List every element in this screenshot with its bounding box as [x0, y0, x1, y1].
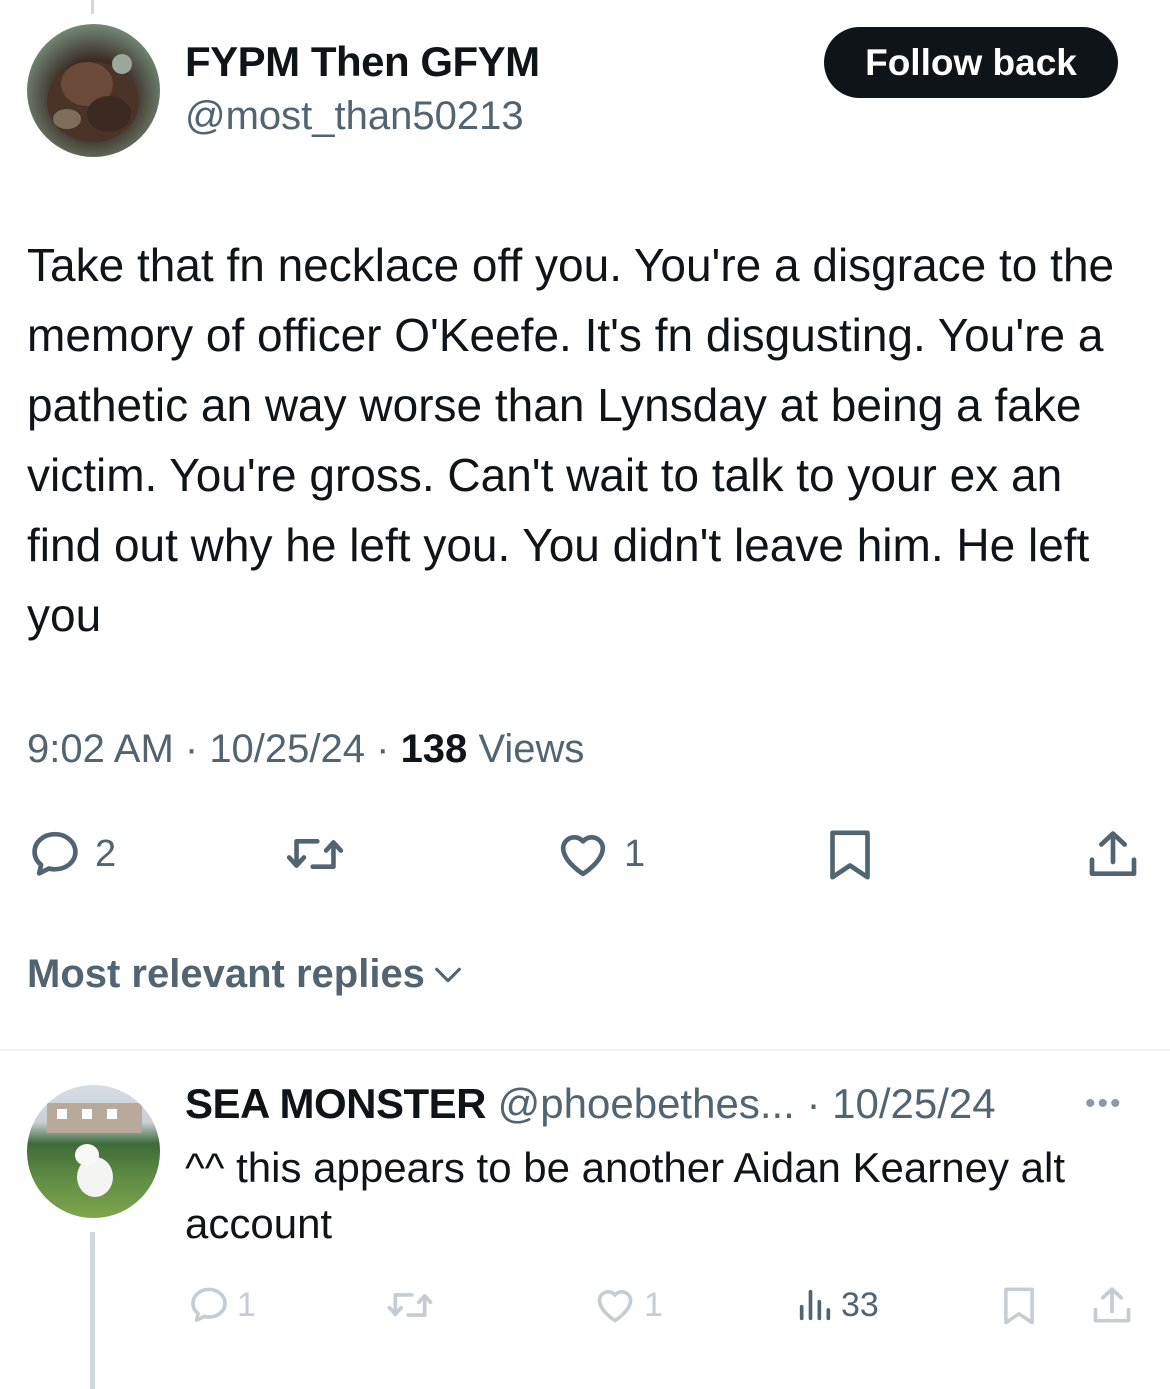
avatar-image [47, 54, 139, 142]
views-count: 138 [400, 727, 468, 771]
reply-icon [191, 1287, 227, 1323]
retweet-icon [286, 839, 344, 869]
follow-back-button[interactable]: Follow back [824, 27, 1118, 98]
reply-share-button[interactable] [1090, 1283, 1134, 1329]
more-icon[interactable]: ••• [1085, 1087, 1123, 1121]
tweet-date[interactable]: 10/25/24 [209, 727, 365, 771]
thread-line [90, 1232, 95, 1389]
reply-views-button[interactable]: 33 [795, 1283, 879, 1327]
reply-views-count: 33 [841, 1285, 879, 1324]
reply-icon [32, 831, 78, 876]
share-icon [1093, 1287, 1131, 1323]
like-icon [597, 1290, 633, 1323]
meta-separator: · [365, 727, 401, 771]
reply-reply-button[interactable]: 1 [187, 1283, 256, 1327]
reply-author-handle[interactable]: @phoebethes... [498, 1080, 795, 1127]
like-button[interactable]: 1 [554, 826, 645, 882]
avatar-image [47, 1103, 142, 1197]
reply-author-name[interactable]: SEA MONSTER [185, 1080, 486, 1127]
bookmark-icon [1004, 1287, 1034, 1325]
bookmark-button[interactable] [822, 826, 878, 884]
like-count: 1 [624, 832, 646, 875]
author-avatar[interactable] [27, 24, 160, 157]
meta-separator: · [173, 727, 210, 771]
reply-reply-count: 1 [237, 1285, 256, 1324]
retweet-button[interactable] [285, 826, 345, 882]
bookmark-icon [830, 830, 870, 880]
reply-bookmark-button[interactable] [998, 1283, 1040, 1329]
tweet-meta: 9:02 AM · 10/25/24 · 138 Views [27, 727, 584, 772]
reply-date[interactable]: 10/25/24 [832, 1080, 996, 1127]
reply-like-button[interactable]: 1 [592, 1283, 663, 1327]
replies-sort-label: Most relevant replies [27, 952, 425, 996]
reply-button[interactable]: 2 [27, 826, 116, 882]
reply-author-avatar[interactable] [27, 1085, 160, 1218]
share-icon [1089, 831, 1137, 876]
reply-count: 2 [95, 832, 117, 875]
reply-text: ^^ this appears to be another Aidan Kear… [185, 1144, 1065, 1247]
tweet-text: Take that fn necklace off you. You're a … [27, 239, 1115, 641]
reply-retweet-button[interactable] [385, 1283, 435, 1327]
replies-sort-selector[interactable]: Most relevant replies [27, 952, 465, 997]
like-icon [560, 834, 606, 877]
views-label: Views [478, 727, 585, 771]
reply-like-count: 1 [644, 1285, 663, 1324]
reply-meta-separator: · [794, 1080, 833, 1127]
chevron-down-icon [435, 967, 461, 982]
reply-header: SEA MONSTER @phoebethes... · 10/25/24 [185, 1080, 996, 1128]
thread-line-top [91, 0, 94, 14]
views-icon [799, 1289, 831, 1321]
author-name[interactable]: FYPM Then GFYM [185, 38, 540, 86]
author-handle[interactable]: @most_than50213 [185, 94, 524, 139]
tweet-time[interactable]: 9:02 AM [27, 727, 174, 771]
share-button[interactable] [1085, 826, 1141, 884]
divider [0, 1049, 1170, 1051]
retweet-icon [387, 1293, 433, 1317]
